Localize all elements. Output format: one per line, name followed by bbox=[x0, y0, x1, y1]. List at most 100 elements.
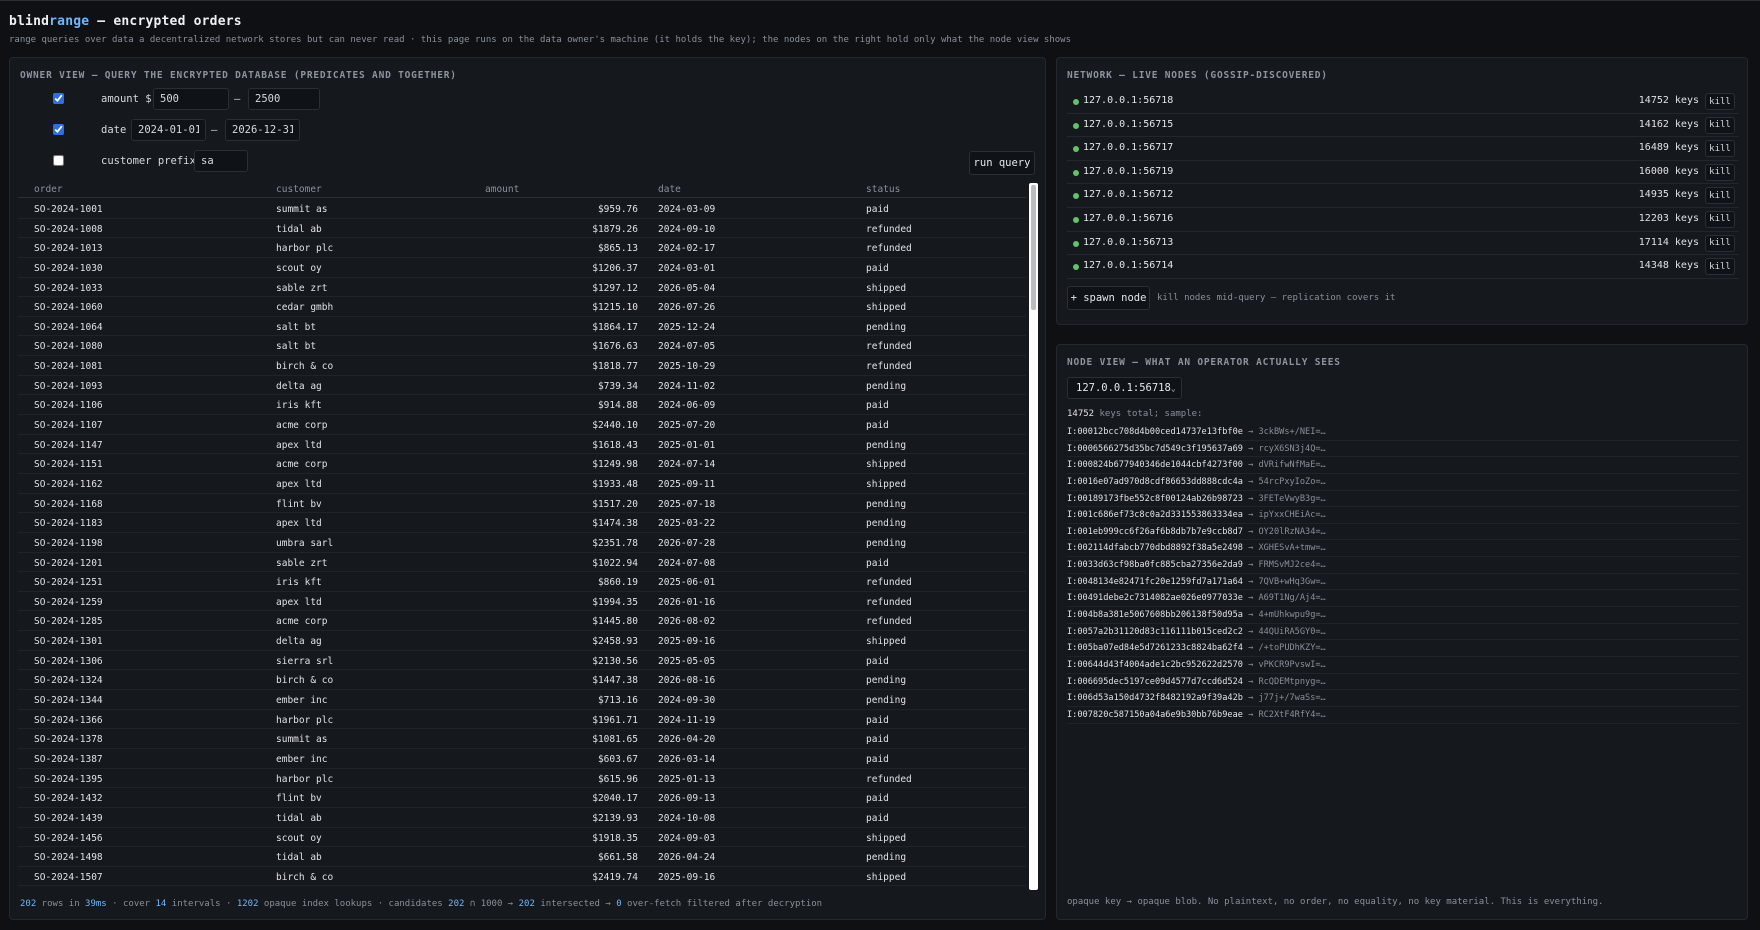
cell-customer: iris kft bbox=[276, 400, 322, 412]
table-row[interactable]: SO-2024-1301 delta ag $2458.93 2025-09-16 sh… bbox=[18, 631, 1026, 651]
table-row[interactable]: SO-2024-1106 iris kft $914.88 2024-06-09 pai… bbox=[18, 395, 1026, 416]
date-min-input[interactable] bbox=[131, 119, 206, 141]
opaque-key: I:001c686ef73c8c0a2d331553863334ea bbox=[1067, 510, 1243, 521]
table-row[interactable]: SO-2024-1107 acme corp $2440.10 2025-07-20 p… bbox=[18, 415, 1026, 435]
table-row[interactable]: SO-2024-1080 salt bt $1676.63 2024-07-05 ref… bbox=[18, 336, 1026, 357]
cell-date: 2024-09-30 bbox=[658, 695, 716, 707]
opaque-blob: RcQDEMtpnyg=… bbox=[1258, 676, 1326, 687]
amount-min-input[interactable] bbox=[153, 88, 229, 110]
page-subtitle: range queries over data a decentralized … bbox=[9, 35, 1072, 45]
column-header-status[interactable]: status bbox=[866, 184, 900, 195]
cell-customer: scout oy bbox=[276, 262, 322, 274]
table-row[interactable]: SO-2024-1432 flint bv $2040.17 2026-09-13 pa… bbox=[18, 788, 1026, 808]
cell-date: 2025-03-22 bbox=[658, 518, 716, 530]
stat-text: → bbox=[502, 899, 519, 909]
date-max-input[interactable] bbox=[225, 119, 300, 141]
customer-prefix-input[interactable] bbox=[194, 150, 248, 172]
cell-order-id: SO-2024-1168 bbox=[34, 498, 103, 510]
table-row[interactable]: SO-2024-1081 birch & co $1818.77 2025-10-29… bbox=[18, 356, 1026, 376]
table-row[interactable]: SO-2024-1395 harbor plc $615.96 2025-01-13 r… bbox=[18, 769, 1026, 789]
table-row[interactable]: SO-2024-1387 ember inc $603.67 2026-03-14 pa… bbox=[18, 749, 1026, 769]
table-row[interactable]: SO-2024-1285 acme corp $1445.80 2026-08-02 r… bbox=[18, 611, 1026, 632]
table-row[interactable]: SO-2024-1093 delta ag $739.34 2024-11-02 pen… bbox=[18, 376, 1026, 396]
table-row[interactable]: SO-2024-1183 apex ltd $1474.38 2025-03-22 pe… bbox=[18, 513, 1026, 533]
arrow: → bbox=[1242, 643, 1259, 654]
kill-node-button[interactable]: kill bbox=[1705, 116, 1735, 134]
column-header-customer[interactable]: customer bbox=[276, 184, 322, 195]
kill-node-button[interactable]: kill bbox=[1705, 187, 1735, 205]
node-select-dropdown[interactable]: 127.0.0.1:56718 ⌄ bbox=[1067, 377, 1182, 399]
amount-filter-label: amount $ bbox=[101, 93, 152, 105]
node-address: 127.0.0.1:56712 bbox=[1083, 189, 1174, 201]
node-status-icon bbox=[1073, 240, 1079, 247]
kill-node-button[interactable]: kill bbox=[1705, 163, 1735, 181]
cell-customer: sierra srl bbox=[276, 655, 334, 667]
table-row[interactable]: SO-2024-1507 birch & co $2419.74 2025-09-16… bbox=[18, 867, 1026, 887]
results-scrollbar[interactable] bbox=[1029, 183, 1038, 890]
date-range-dash: — bbox=[211, 124, 218, 136]
opaque-blob: 54rcPxyIoZo=… bbox=[1258, 476, 1326, 487]
node-status-icon bbox=[1073, 122, 1079, 129]
arrow: → bbox=[1242, 610, 1259, 621]
table-row[interactable]: SO-2024-1344 ember inc $713.16 2024-09-30 pe… bbox=[18, 690, 1026, 710]
cell-date: 2024-10-08 bbox=[658, 812, 716, 824]
customer-prefix-checkbox[interactable] bbox=[53, 155, 64, 166]
network-panel: network — live nodes (gossip-discovered)… bbox=[1056, 57, 1748, 325]
column-header-date[interactable]: date bbox=[658, 184, 681, 195]
table-row[interactable]: SO-2024-1147 apex ltd $1618.43 2025-01-01 pe… bbox=[18, 435, 1026, 455]
kill-node-button[interactable]: kill bbox=[1705, 93, 1735, 110]
cell-customer: sable zrt bbox=[276, 557, 328, 569]
kill-node-button[interactable]: kill bbox=[1705, 210, 1735, 228]
table-row[interactable]: SO-2024-1366 harbor plc $1961.71 2024-11-19… bbox=[18, 710, 1026, 730]
table-row[interactable]: SO-2024-1198 umbra sarl $2351.78 2026-07-28… bbox=[18, 533, 1026, 553]
table-row[interactable]: SO-2024-1001 summit as $959.76 2024-03-09 pa… bbox=[18, 199, 1026, 219]
amount-max-input[interactable] bbox=[248, 88, 320, 110]
table-row[interactable]: SO-2024-1013 harbor plc $865.13 2024-02-17 r… bbox=[18, 238, 1026, 258]
cell-date: 2025-01-01 bbox=[658, 439, 716, 451]
cell-order-id: SO-2024-1106 bbox=[34, 400, 103, 412]
table-row[interactable]: SO-2024-1259 apex ltd $1994.35 2026-01-16 re… bbox=[18, 592, 1026, 612]
stat-lookups: 1202 bbox=[236, 899, 259, 909]
table-row[interactable]: SO-2024-1201 sable zrt $1022.94 2024-07-08 p… bbox=[18, 553, 1026, 573]
column-header-amount[interactable]: amount bbox=[485, 184, 519, 195]
amount-filter-checkbox[interactable] bbox=[53, 93, 64, 104]
table-row[interactable]: SO-2024-1033 sable zrt $1297.12 2026-05-04 s… bbox=[18, 278, 1026, 298]
table-row[interactable]: SO-2024-1064 salt bt $1864.17 2025-12-24 pen… bbox=[18, 317, 1026, 337]
cell-customer: birch & co bbox=[276, 361, 334, 373]
kill-node-button[interactable]: kill bbox=[1705, 234, 1735, 252]
table-row[interactable]: SO-2024-1439 tidal ab $2139.93 2024-10-08 pa… bbox=[18, 808, 1026, 828]
cell-date: 2026-08-16 bbox=[658, 675, 716, 687]
list-item: I:00189173fbe552c8f00124ab26b98723 → 3FE… bbox=[1067, 491, 1739, 508]
cell-status: refunded bbox=[866, 577, 912, 589]
node-address: 127.0.0.1:56719 bbox=[1083, 165, 1174, 177]
kill-node-button[interactable]: kill bbox=[1705, 258, 1735, 276]
list-item: I:002114dfabcb770dbd8892f38a5e2498 → XGH… bbox=[1067, 540, 1739, 558]
cell-amount: $1474.38 bbox=[592, 518, 638, 530]
cell-status: paid bbox=[866, 400, 889, 412]
table-row[interactable]: SO-2024-1151 acme corp $1249.98 2024-07-14 s… bbox=[18, 454, 1026, 474]
cell-amount: $865.13 bbox=[597, 243, 638, 255]
column-header-order[interactable]: order bbox=[34, 184, 63, 195]
table-row[interactable]: SO-2024-1030 scout oy $1206.37 2024-03-01 pa… bbox=[18, 258, 1026, 278]
cell-amount: $713.16 bbox=[597, 695, 638, 707]
table-row[interactable]: SO-2024-1456 scout oy $1918.35 2024-09-03 sh… bbox=[18, 828, 1026, 848]
table-row[interactable]: SO-2024-1008 tidal ab $1879.26 2024-09-10 re… bbox=[18, 219, 1026, 239]
table-row[interactable]: SO-2024-1378 summit as $1081.65 2026-04-20 p… bbox=[18, 729, 1026, 749]
spawn-node-button[interactable]: + spawn node bbox=[1067, 286, 1150, 310]
table-row[interactable]: SO-2024-1306 sierra srl $2130.56 2025-05-05… bbox=[18, 651, 1026, 671]
table-row[interactable]: SO-2024-1324 birch & co $1447.38 2026-08-16… bbox=[18, 670, 1026, 691]
table-row[interactable]: SO-2024-1060 cedar gmbh $1215.10 2026-07-26… bbox=[18, 297, 1026, 317]
cell-status: paid bbox=[866, 793, 889, 805]
cell-amount: $1818.77 bbox=[592, 361, 638, 373]
results-scrollbar-thumb[interactable] bbox=[1031, 185, 1036, 310]
kill-node-button[interactable]: kill bbox=[1705, 140, 1735, 158]
date-filter-checkbox[interactable] bbox=[53, 124, 64, 135]
opaque-key: I:006d53a150d4732f8482192a9f39a42b bbox=[1067, 693, 1243, 704]
table-row[interactable]: SO-2024-1162 apex ltd $1933.48 2025-09-11 sh… bbox=[18, 474, 1026, 494]
run-query-button[interactable]: run query bbox=[969, 151, 1035, 175]
list-item: I:006695dec5197ce09d4577d7ccd6d524 → RcQ… bbox=[1067, 674, 1739, 691]
table-row[interactable]: SO-2024-1251 iris kft $860.19 2025-06-01 ref… bbox=[18, 572, 1026, 592]
table-row[interactable]: SO-2024-1168 flint bv $1517.20 2025-07-18 pe… bbox=[18, 494, 1026, 514]
table-row[interactable]: SO-2024-1498 tidal ab $661.58 2026-04-24 pen… bbox=[18, 847, 1026, 867]
cell-date: 2025-12-24 bbox=[658, 321, 716, 333]
